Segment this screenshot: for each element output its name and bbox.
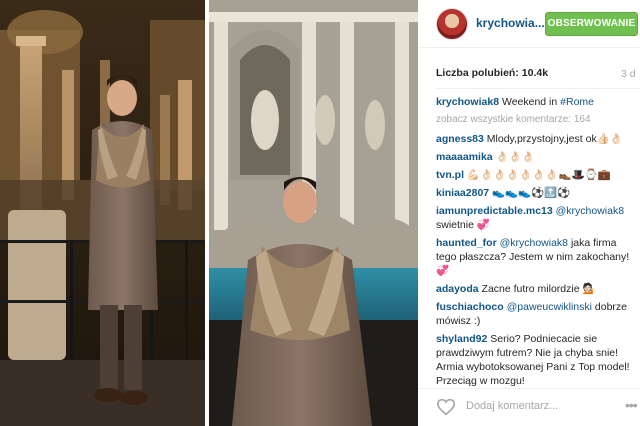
comment-text: 👟👟👟⚽🔝⚽ <box>492 187 571 199</box>
comment-mention[interactable]: @krychowiak8 <box>500 237 568 249</box>
comment-username[interactable]: haunted_for <box>436 237 497 249</box>
comment-text: swietnie 💞 <box>436 219 490 231</box>
comment-username[interactable]: agness83 <box>436 133 484 145</box>
comment-item: haunted_for @krychowiak8 jaka firma tego… <box>436 236 634 278</box>
more-options-icon[interactable]: ••• <box>625 397 638 413</box>
add-comment-input[interactable] <box>466 400 616 412</box>
comment-item: iamunpredictable.mc13 @krychowiak8 swiet… <box>436 204 634 232</box>
comment-item: agness83 Mlody,przystojny,jest ok👍🏻👌🏻 <box>436 132 634 146</box>
comment-item: adayoda Zacne futro milordzie 💁🏻 <box>436 282 634 296</box>
comment-item: maaaamika 👌🏻👌🏻👌🏻 <box>436 150 634 164</box>
comment-text: 💪🏻👌🏻👌🏻👌🏻👌🏻👌🏻👌🏻👞🎩⌚💼 <box>466 169 611 181</box>
caption: krychowiak8 Weekend in #Rome <box>436 95 634 109</box>
view-all-comments-link[interactable]: zobacz wszystkie komentarze: 164 <box>436 113 634 127</box>
likes-count: 10.4k <box>521 67 549 79</box>
comment-mention[interactable]: @paweucwiklinski <box>507 301 592 313</box>
comment-mention[interactable]: @krychowiak8 <box>556 205 624 217</box>
likes-label: Liczba polubień: <box>436 67 519 79</box>
post-author-username[interactable]: krychowia... <box>476 16 545 30</box>
comment-username[interactable]: kiniaa2807 <box>436 187 489 199</box>
caption-hashtag[interactable]: #Rome <box>560 96 594 108</box>
photo-collage-image <box>0 0 418 426</box>
likes-summary[interactable]: Liczba polubień: 10.4k <box>436 67 548 79</box>
comment-username[interactable]: fuschiachoco <box>436 301 504 313</box>
caption-text: Weekend in <box>501 96 558 108</box>
likes-row: Liczba polubień: 10.4k 3 d <box>436 67 640 81</box>
comment-text: Zacne futro milordzie 💁🏻 <box>481 283 596 295</box>
comment-text: Mlody,przystojny,jest ok👍🏻👌🏻 <box>486 133 623 145</box>
comment-text: 👌🏻👌🏻👌🏻 <box>495 151 535 163</box>
comment-item: kiniaa2807 👟👟👟⚽🔝⚽ <box>436 186 634 200</box>
comment-item: fuschiachoco @paweucwiklinski dobrze mów… <box>436 300 634 328</box>
right-photo <box>209 0 418 426</box>
comment-username[interactable]: adayoda <box>436 283 479 295</box>
comment-username[interactable]: tvn.pl <box>436 169 464 181</box>
comment-username[interactable]: maaaamika <box>436 151 493 163</box>
comment-item: shyland92 Serio? Podniecacie sie prawdzi… <box>436 332 634 388</box>
post-header: krychowia... OBSERWOWANIE <box>418 0 640 48</box>
follow-button[interactable]: OBSERWOWANIE <box>545 12 638 36</box>
post-footer: ••• <box>418 388 640 426</box>
comments-list: krychowiak8 Weekend in #Rome zobacz wszy… <box>436 95 634 392</box>
comment-item: tvn.pl 💪🏻👌🏻👌🏻👌🏻👌🏻👌🏻👌🏻👞🎩⌚💼 <box>436 168 634 182</box>
left-photo <box>0 0 205 426</box>
comment-username[interactable]: iamunpredictable.mc13 <box>436 205 553 217</box>
caption-username[interactable]: krychowiak8 <box>436 96 499 108</box>
post-photo[interactable] <box>0 0 418 426</box>
avatar[interactable] <box>436 8 468 40</box>
divider <box>436 88 640 89</box>
post-side-panel: krychowia... OBSERWOWANIE Liczba polubie… <box>418 0 640 426</box>
comment-username[interactable]: shyland92 <box>436 333 487 345</box>
heart-outline-icon[interactable] <box>436 398 456 416</box>
post-time-ago[interactable]: 3 d <box>621 68 636 80</box>
